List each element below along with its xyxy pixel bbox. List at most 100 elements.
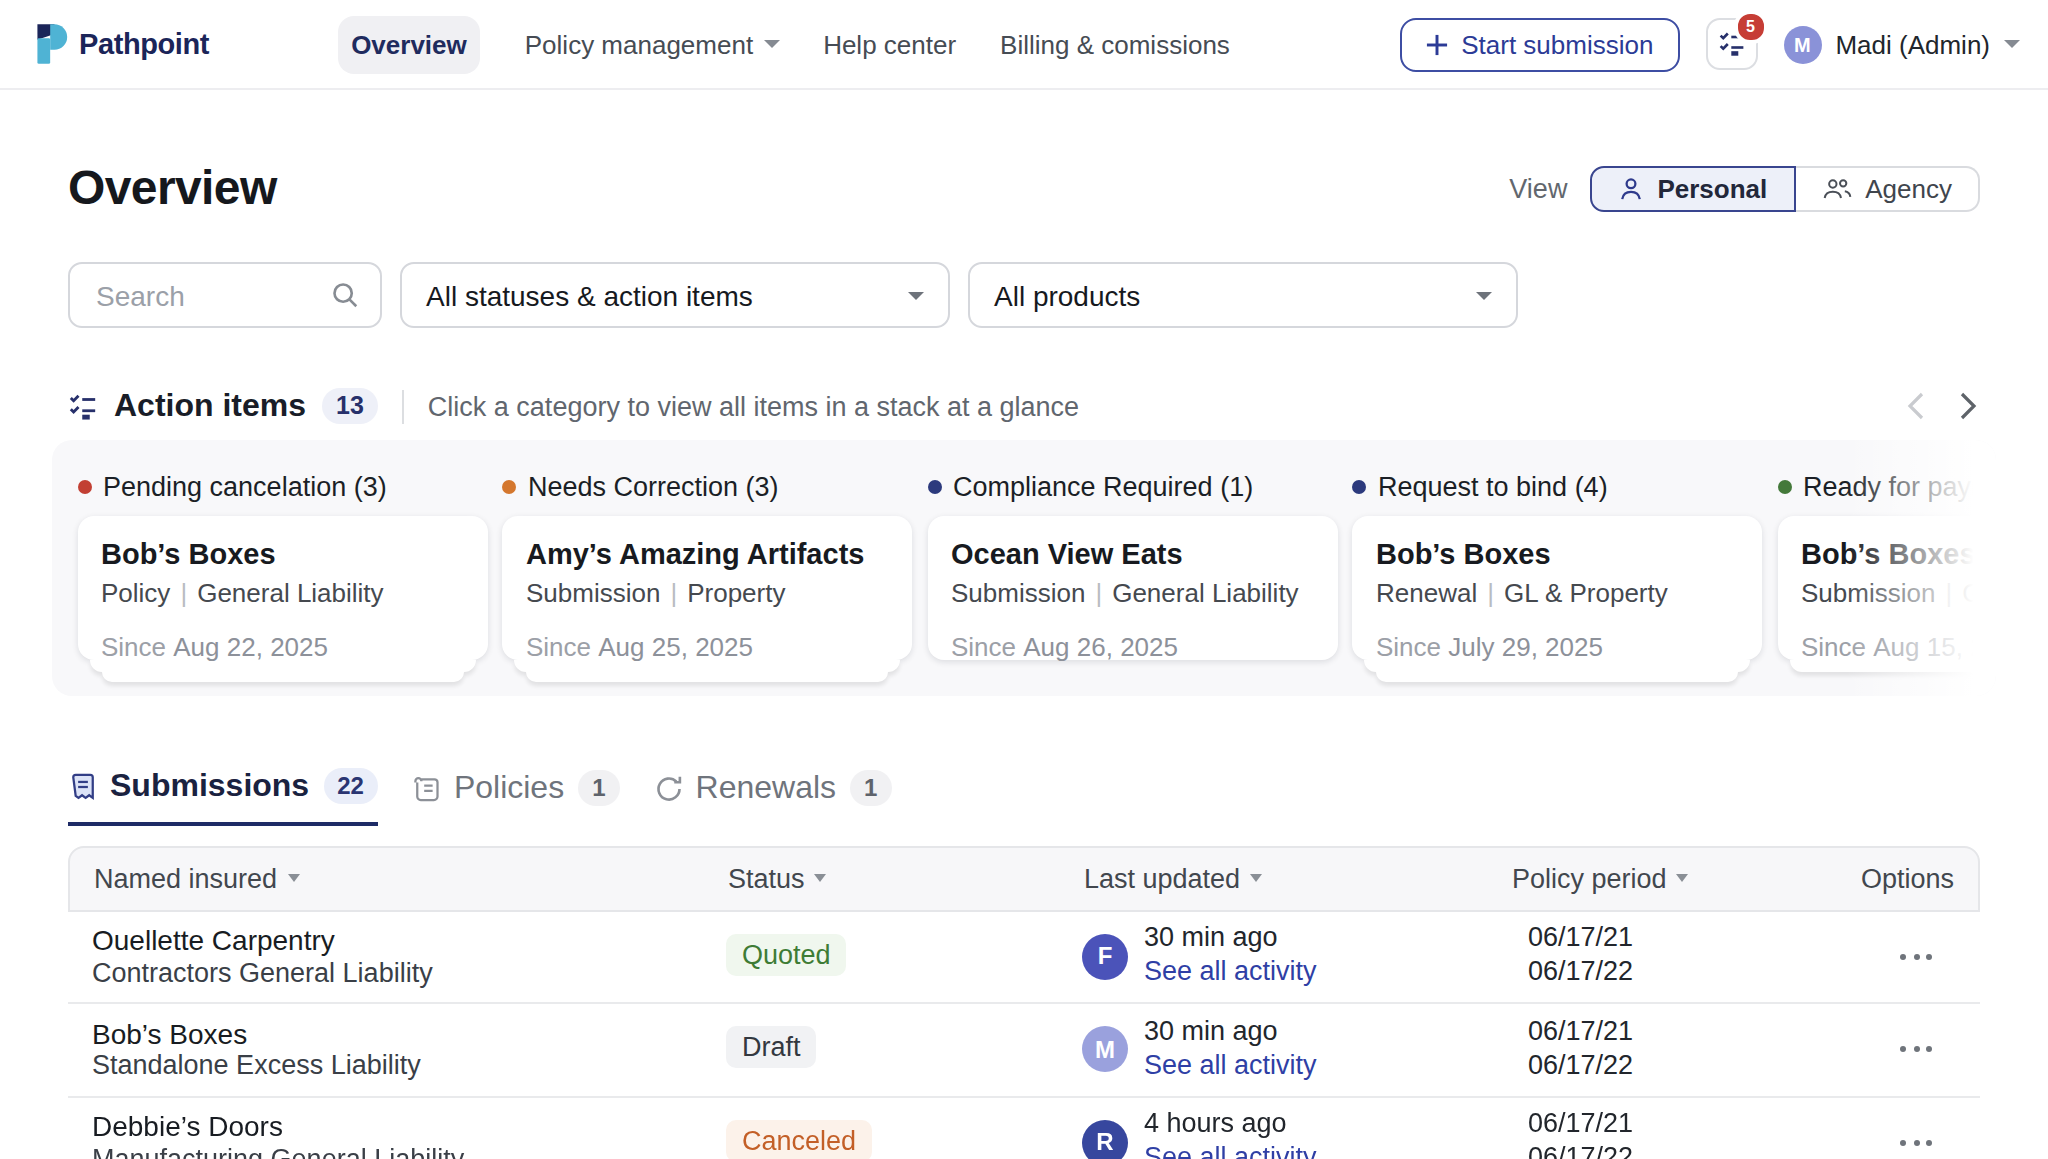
action-card-subtitle: Renewal|GL & Property — [1376, 578, 1738, 608]
action-card-product: General Liability — [1962, 578, 1996, 608]
action-category: Request to bind (4) Bob’s BoxesRenewal|GL… — [1352, 472, 1762, 681]
status-badge: Draft — [726, 1026, 817, 1068]
tab-count-badge: 22 — [323, 768, 378, 804]
notification-badge: 5 — [1733, 10, 1767, 44]
tab-policies[interactable]: Policies 1 — [412, 768, 620, 826]
table-row[interactable]: Ouellette CarpentryContractors General L… — [68, 911, 1980, 1004]
action-card[interactable]: Ocean View EatsSubmission|General Liabil… — [927, 516, 1337, 660]
action-items-panel: Pending cancelation (3)Bob’s BoxesPolicy… — [52, 440, 1996, 696]
category-label[interactable]: Compliance Required (1) — [927, 472, 1337, 502]
action-card[interactable]: Bob’s BoxesPolicy|General LiabilitySince… — [77, 516, 487, 660]
row-options-button[interactable] — [1900, 1139, 1932, 1145]
row-period-end: 06/17/22 — [1528, 1049, 1633, 1079]
tab-renewals[interactable]: Renewals 1 — [654, 768, 892, 826]
start-submission-button[interactable]: Start submission — [1399, 17, 1679, 71]
tab-submissions[interactable]: Submissions 22 — [68, 768, 378, 826]
search-input[interactable] — [92, 277, 330, 313]
row-last-updated: 4 hours ago — [1144, 1108, 1287, 1138]
row-named-insured: Ouellette Carpentry — [92, 924, 335, 956]
brand-logo[interactable]: Pathpoint — [35, 22, 209, 66]
nav-item-help-center[interactable]: Help center — [823, 29, 956, 59]
divider — [402, 389, 404, 423]
action-card-product: General Liability — [1112, 578, 1298, 608]
category-label[interactable]: Request to bind (4) — [1352, 472, 1762, 502]
card-stack-edge — [1376, 671, 1738, 681]
sort-caret-icon — [815, 874, 827, 882]
see-all-activity-link[interactable]: See all activity — [1144, 1142, 1317, 1159]
divider: | — [180, 578, 187, 608]
divider: | — [1095, 578, 1102, 608]
nav-item-policy-management[interactable]: Policy management — [525, 29, 779, 59]
table-row[interactable]: Debbie’s DoorsManufacturing General Liab… — [68, 1097, 1980, 1159]
action-items-hint: Click a category to view all items in a … — [428, 391, 1079, 421]
column-header-options: Options — [1861, 847, 1954, 909]
row-last-updated: 30 min ago — [1144, 1015, 1278, 1045]
action-items-nav-button[interactable]: 5 — [1705, 18, 1757, 70]
action-card-since: Since Aug 25, 2025 — [526, 632, 888, 662]
action-card-since: Since Aug 26, 2025 — [951, 632, 1313, 662]
row-options-button[interactable] — [1900, 953, 1932, 959]
see-all-activity-link[interactable]: See all activity — [1144, 956, 1317, 986]
checklist-icon — [68, 391, 98, 421]
row-product: Contractors General Liability — [92, 957, 433, 987]
action-card[interactable]: Amy’s Amazing ArtifactsSubmission|Proper… — [502, 516, 912, 660]
status-dot-icon — [77, 480, 91, 494]
divider: | — [670, 578, 677, 608]
status-dot-icon — [1352, 480, 1366, 494]
tabs: Submissions 22 Policies 1 Renewals 1 — [68, 768, 891, 826]
sort-caret-icon — [1250, 874, 1262, 882]
action-card-since: Since Aug 15, 2025 — [1801, 632, 1996, 662]
column-header-status[interactable]: Status — [728, 847, 827, 909]
renewals-icon — [654, 773, 684, 803]
status-filter-select[interactable]: All statuses & action items — [400, 262, 950, 328]
action-category: Needs Correction (3) Amy’s Amazing Artifa… — [502, 472, 912, 681]
action-items-count: 13 — [322, 388, 378, 424]
category-label[interactable]: Needs Correction (3) — [502, 472, 912, 502]
nav-item-billing[interactable]: Billing & comissions — [1000, 29, 1230, 59]
row-period-end: 06/17/22 — [1528, 956, 1633, 986]
category-label[interactable]: Pending cancelation (3) — [77, 472, 487, 502]
column-header-policy-period[interactable]: Policy period — [1512, 847, 1689, 909]
nav-item-overview[interactable]: Overview — [337, 15, 481, 73]
action-card-subtitle: Submission|Property — [526, 578, 888, 608]
action-card-subtitle: Submission|General Liability — [951, 578, 1313, 608]
action-card[interactable]: Bob’s Boxes Submission|General Liability S… — [1777, 516, 1996, 660]
avatar: F — [1082, 933, 1128, 979]
product-filter-select[interactable]: All products — [968, 262, 1518, 328]
column-header-named-insured[interactable]: Named insured — [94, 847, 299, 909]
action-card-since: Since Aug 22, 2025 — [101, 632, 463, 662]
submissions-table: Named insured Status Last updated Policy… — [68, 845, 1980, 1159]
person-icon — [1617, 175, 1643, 201]
action-card[interactable]: Bob’s BoxesRenewal|GL & PropertySince Ju… — [1352, 516, 1762, 660]
sort-caret-icon — [287, 874, 299, 882]
category-label-text: Ready for payment (2) — [1803, 472, 1996, 502]
user-menu[interactable]: M Madi (Admin) — [1783, 25, 2020, 63]
table-row[interactable]: Bob’s BoxesStandalone Excess LiabilityDr… — [68, 1004, 1980, 1097]
action-card-product: General Liability — [197, 578, 383, 608]
action-card-title: Amy’s Amazing Artifacts — [526, 538, 888, 570]
submissions-icon — [68, 771, 98, 801]
see-all-activity-link[interactable]: See all activity — [1144, 1049, 1317, 1079]
chevron-left-icon[interactable] — [1904, 392, 1928, 420]
action-card-product: GL & Property — [1504, 578, 1668, 608]
nav-right: Start submission 5 M Madi (Admin) — [1399, 17, 2020, 71]
action-card-title: Bob’s Boxes — [1801, 538, 1996, 570]
action-category: Compliance Required (1) Ocean View EatsSu… — [927, 472, 1337, 681]
category-label-text: Pending cancelation (3) — [103, 472, 387, 502]
view-option-personal[interactable]: Personal — [1589, 165, 1795, 211]
action-card-product: Property — [687, 578, 785, 608]
column-header-last-updated[interactable]: Last updated — [1084, 847, 1262, 909]
category-label[interactable]: Ready for payment (2) — [1777, 472, 1996, 502]
view-option-agency[interactable]: Agency — [1795, 165, 1980, 211]
chevron-right-icon[interactable] — [1956, 392, 1980, 420]
row-named-insured: Debbie’s Doors — [92, 1110, 283, 1142]
chevron-down-icon — [908, 291, 924, 299]
status-badge: Canceled — [726, 1119, 872, 1159]
category-label-text: Needs Correction (3) — [528, 472, 779, 502]
plus-icon — [1425, 33, 1447, 55]
action-card-subtitle: Submission|General Liability — [1801, 578, 1996, 608]
sort-caret-icon — [1677, 874, 1689, 882]
app: Pathpoint Overview Policy management Hel… — [0, 0, 2048, 1159]
row-options-button[interactable] — [1900, 1046, 1932, 1052]
avatar: M — [1783, 25, 1821, 63]
